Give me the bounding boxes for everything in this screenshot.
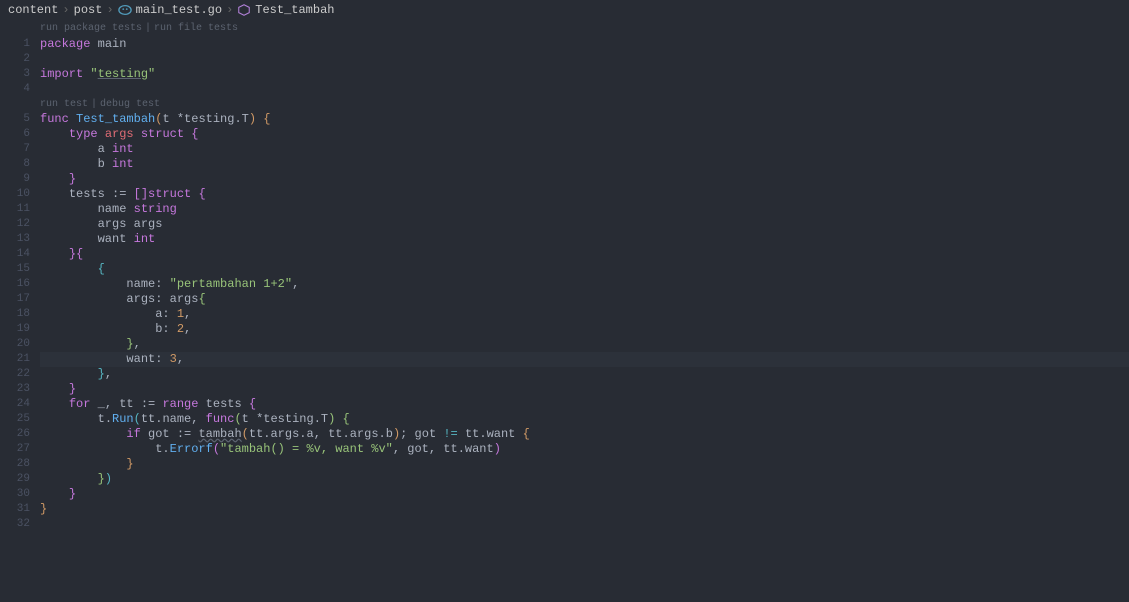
- line-number: 14: [0, 247, 30, 262]
- debug-test-link[interactable]: debug test: [100, 97, 160, 112]
- breadcrumb-symbol[interactable]: Test_tambah: [255, 3, 334, 17]
- line-number: 2: [0, 52, 30, 67]
- line-number: 28: [0, 457, 30, 472]
- code-line[interactable]: args: args{: [40, 292, 1129, 307]
- code-line[interactable]: }: [40, 457, 1129, 472]
- line-number: 13: [0, 232, 30, 247]
- chevron-right-icon: ›: [106, 3, 113, 17]
- line-number: 3: [0, 67, 30, 82]
- line-number: 23: [0, 382, 30, 397]
- line-number: 19: [0, 322, 30, 337]
- breadcrumb-file[interactable]: main_test.go: [136, 3, 222, 17]
- code-line[interactable]: want: 3,: [40, 352, 1129, 367]
- line-number: 12: [0, 217, 30, 232]
- line-number: 32: [0, 517, 30, 532]
- code-line[interactable]: name string: [40, 202, 1129, 217]
- symbol-function-icon: [237, 3, 251, 17]
- code-line[interactable]: a: 1,: [40, 307, 1129, 322]
- go-file-icon: [118, 3, 132, 17]
- line-number: 18: [0, 307, 30, 322]
- line-number: [0, 97, 30, 112]
- line-number: 29: [0, 472, 30, 487]
- line-number: 8: [0, 157, 30, 172]
- run-file-tests-link[interactable]: run file tests: [154, 21, 238, 36]
- code-line[interactable]: if got := tambah(tt.args.a, tt.args.b); …: [40, 427, 1129, 442]
- code-line[interactable]: tests := []struct {: [40, 187, 1129, 202]
- code-line[interactable]: t.Run(tt.name, func(t *testing.T) {: [40, 412, 1129, 427]
- code-line[interactable]: }: [40, 172, 1129, 187]
- line-number: 21: [0, 352, 30, 367]
- breadcrumb: content › post › main_test.go › Test_tam…: [0, 0, 1129, 20]
- line-number: 25: [0, 412, 30, 427]
- breadcrumb-content[interactable]: content: [8, 3, 58, 17]
- line-number: 1: [0, 37, 30, 52]
- code-content[interactable]: run package tests | run file tests packa…: [40, 20, 1129, 602]
- code-line[interactable]: }: [40, 382, 1129, 397]
- codelens-test: run test | debug test: [40, 97, 160, 112]
- code-line[interactable]: [40, 82, 1129, 97]
- code-line[interactable]: },: [40, 337, 1129, 352]
- code-line[interactable]: },: [40, 367, 1129, 382]
- line-number: 10: [0, 187, 30, 202]
- code-line[interactable]: }: [40, 487, 1129, 502]
- codelens-package: run package tests | run file tests: [40, 20, 1129, 37]
- run-package-tests-link[interactable]: run package tests: [40, 21, 142, 36]
- code-line[interactable]: }{: [40, 247, 1129, 262]
- line-number: 15: [0, 262, 30, 277]
- line-number: 31: [0, 502, 30, 517]
- breadcrumb-post[interactable]: post: [74, 3, 103, 17]
- code-line[interactable]: name: "pertambahan 1+2",: [40, 277, 1129, 292]
- codelens-separator: |: [91, 97, 97, 112]
- run-test-link[interactable]: run test: [40, 97, 88, 112]
- code-line[interactable]: args args: [40, 217, 1129, 232]
- code-line[interactable]: func Test_tambah(t *testing.T) {: [40, 112, 1129, 127]
- code-line[interactable]: want int: [40, 232, 1129, 247]
- code-line[interactable]: a int: [40, 142, 1129, 157]
- code-line[interactable]: [40, 97, 1129, 112]
- line-number: 16: [0, 277, 30, 292]
- code-line[interactable]: t.Errorf("tambah() = %v, want %v", got, …: [40, 442, 1129, 457]
- line-number: 5: [0, 112, 30, 127]
- line-number: 6: [0, 127, 30, 142]
- line-number: 7: [0, 142, 30, 157]
- line-number: 4: [0, 82, 30, 97]
- code-line[interactable]: package main: [40, 37, 1129, 52]
- code-line[interactable]: [40, 517, 1129, 532]
- line-number: 26: [0, 427, 30, 442]
- editor: 1 2 3 4 5 6 7 8 9 10 11 12 13 14 15 16 1…: [0, 20, 1129, 602]
- line-number: 30: [0, 487, 30, 502]
- codelens-separator: |: [145, 21, 151, 36]
- code-line[interactable]: }: [40, 502, 1129, 517]
- code-line[interactable]: [40, 52, 1129, 67]
- line-gutter: 1 2 3 4 5 6 7 8 9 10 11 12 13 14 15 16 1…: [0, 20, 40, 602]
- line-number: 27: [0, 442, 30, 457]
- chevron-right-icon: ›: [226, 3, 233, 17]
- line-number: 11: [0, 202, 30, 217]
- code-line[interactable]: type args struct {: [40, 127, 1129, 142]
- line-number: 22: [0, 367, 30, 382]
- code-line[interactable]: import "testing": [40, 67, 1129, 82]
- code-line[interactable]: b: 2,: [40, 322, 1129, 337]
- code-line[interactable]: }): [40, 472, 1129, 487]
- code-line[interactable]: for _, tt := range tests {: [40, 397, 1129, 412]
- code-line[interactable]: {: [40, 262, 1129, 277]
- code-line[interactable]: b int: [40, 157, 1129, 172]
- line-number: 9: [0, 172, 30, 187]
- line-number: 17: [0, 292, 30, 307]
- line-number: 20: [0, 337, 30, 352]
- chevron-right-icon: ›: [62, 3, 69, 17]
- line-number: 24: [0, 397, 30, 412]
